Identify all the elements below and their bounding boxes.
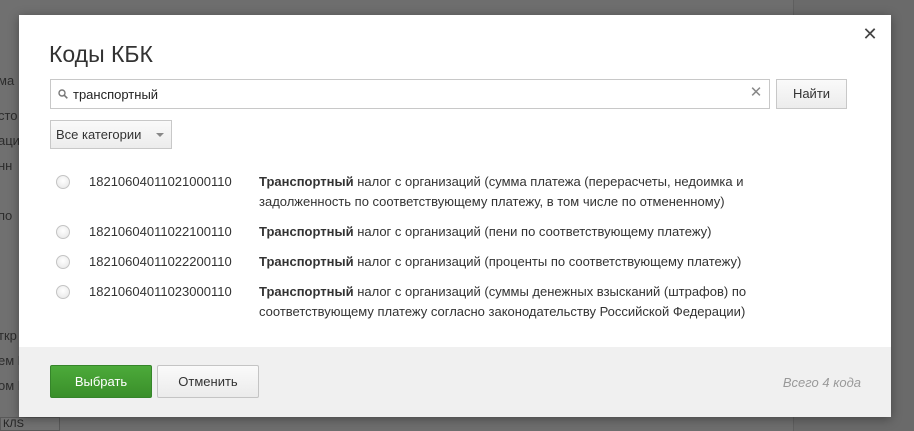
chevron-down-icon — [156, 133, 164, 137]
background-text: по — [0, 208, 13, 223]
clear-icon[interactable]: ✕ — [749, 85, 763, 100]
radio-button[interactable] — [56, 255, 70, 269]
dialog-footer: Выбрать Отменить Всего 4 кода — [19, 347, 891, 417]
background-text: нн — [0, 158, 13, 173]
highlight-text: Транспортный — [259, 224, 354, 239]
search-input[interactable] — [73, 84, 733, 105]
radio-button[interactable] — [56, 175, 70, 189]
kbk-description: Транспортный налог с организаций (пени п… — [259, 222, 799, 242]
highlight-text: Транспортный — [259, 174, 354, 189]
description-text: налог с организаций (пени по соответству… — [353, 224, 712, 239]
search-icon — [58, 89, 68, 99]
background-text: ма — [0, 73, 15, 88]
radio-button[interactable] — [56, 225, 70, 239]
category-dropdown[interactable]: Все категории — [50, 120, 172, 149]
close-icon[interactable]: ✕ — [861, 25, 879, 43]
results-list: 18210604011021000110 Транспортный налог … — [49, 172, 849, 332]
kbk-code: 18210604011021000110 — [89, 174, 232, 189]
list-item[interactable]: 18210604011021000110 Транспортный налог … — [49, 172, 849, 222]
dialog-title: Коды КБК — [49, 41, 153, 67]
list-item[interactable]: 18210604011022100110 Транспортный налог … — [49, 222, 849, 252]
kbk-description: Транспортный налог с организаций (процен… — [259, 252, 799, 272]
kbk-description: Транспортный налог с организаций (суммы … — [259, 282, 799, 322]
highlight-text: Транспортный — [259, 284, 354, 299]
find-button[interactable]: Найти — [776, 79, 847, 109]
search-field[interactable]: ✕ — [50, 79, 770, 109]
kbk-code: 18210604011023000110 — [89, 284, 232, 299]
list-item[interactable]: 18210604011023000110 Транспортный налог … — [49, 282, 849, 332]
kbk-codes-dialog: ✕ Коды КБК ✕ Найти Все категории 1821060… — [19, 15, 891, 417]
select-button[interactable]: Выбрать — [50, 365, 152, 398]
background-text: аци — [0, 133, 20, 148]
highlight-text: Транспортный — [259, 254, 354, 269]
radio-button[interactable] — [56, 285, 70, 299]
kbk-code: 18210604011022100110 — [89, 224, 232, 239]
background-text: сто — [0, 108, 18, 123]
description-text: налог с организаций (проценты по соответ… — [353, 254, 742, 269]
cancel-button[interactable]: Отменить — [157, 365, 259, 398]
kbk-code: 18210604011022200110 — [89, 254, 232, 269]
category-selected: Все категории — [56, 127, 142, 142]
background-text: ткр — [0, 328, 17, 343]
results-count: Всего 4 кода — [782, 375, 861, 390]
kbk-description: Транспортный налог с организаций (сумма … — [259, 172, 799, 212]
list-item[interactable]: 18210604011022200110 Транспортный налог … — [49, 252, 849, 282]
background-select: КЛS — [0, 417, 60, 431]
